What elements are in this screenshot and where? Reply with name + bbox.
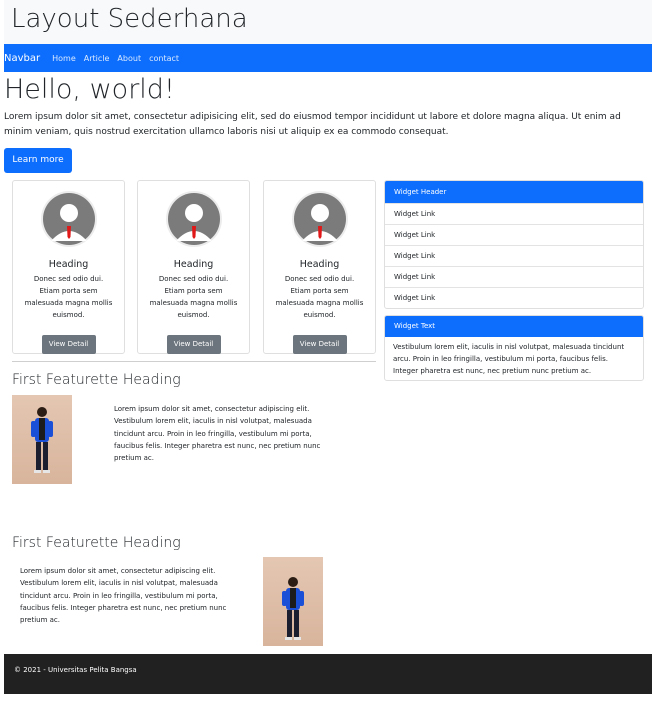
person-photo [12, 395, 72, 484]
widget-link[interactable]: Widget Link [385, 245, 643, 266]
nav-link-about[interactable]: About [117, 54, 141, 63]
widget-link[interactable]: Widget Link [385, 287, 643, 308]
view-detail-button[interactable]: View Detail [41, 335, 96, 354]
view-detail-button[interactable]: View Detail [292, 335, 347, 354]
nav-link-article[interactable]: Article [84, 54, 110, 63]
nav-link-home[interactable]: Home [52, 54, 76, 63]
site-header: Layout Sederhana [4, 0, 652, 44]
card-text: Donec sed odio dui. Etiam porta sem male… [24, 275, 113, 319]
learn-more-button[interactable]: Learn more [4, 148, 72, 173]
avatar-placeholder-icon [165, 191, 222, 247]
navbar-brand[interactable]: Navbar [4, 53, 40, 64]
hero-title: Hello, world! [4, 74, 175, 105]
widget-header: Widget Header [385, 181, 643, 203]
avatar-placeholder-icon [40, 191, 97, 247]
person-photo [263, 557, 323, 646]
widget-text: Widget Text Vestibulum lorem elit, iacul… [384, 315, 644, 381]
hero-section: Hello, world! Lorem ipsum dolor sit amet… [4, 74, 652, 173]
navbar: Navbar Home Article About contact [4, 44, 652, 72]
featurette-text: Lorem ipsum dolor sit amet, consectetur … [20, 567, 227, 625]
card-heading: Heading [173, 259, 214, 270]
footer-text: © 2021 - Universitas Pelita Bangsa [14, 666, 137, 674]
site-footer: © 2021 - Universitas Pelita Bangsa [4, 654, 652, 694]
card-text: Donec sed odio dui. Etiam porta sem male… [275, 275, 364, 319]
widget-text-header: Widget Text [385, 316, 643, 337]
featurette-heading: First Featurette Heading [12, 372, 181, 388]
avatar-placeholder-icon [291, 191, 348, 247]
site-title: Layout Sederhana [11, 4, 248, 34]
widget-links: Widget Header Widget Link Widget Link Wi… [384, 180, 644, 309]
card: Heading Donec sed odio dui. Etiam porta … [263, 180, 376, 354]
widget-link[interactable]: Widget Link [385, 266, 643, 287]
widget-text-body: Vestibulum lorem elit, iaculis in nisl v… [393, 343, 625, 375]
featurette-heading: First Featurette Heading [12, 535, 181, 551]
card: Heading Donec sed odio dui. Etiam porta … [137, 180, 250, 354]
card-heading: Heading [48, 259, 89, 270]
view-detail-button[interactable]: View Detail [166, 335, 221, 354]
widget-link[interactable]: Widget Link [385, 203, 643, 224]
featurette-text: Lorem ipsum dolor sit amet, consectetur … [114, 405, 321, 463]
divider [12, 361, 376, 362]
card-heading: Heading [299, 259, 340, 270]
card: Heading Donec sed odio dui. Etiam porta … [12, 180, 125, 354]
nav-link-contact[interactable]: contact [149, 54, 179, 63]
hero-text: Lorem ipsum dolor sit amet, consectetur … [4, 112, 621, 137]
widget-link[interactable]: Widget Link [385, 224, 643, 245]
card-text: Donec sed odio dui. Etiam porta sem male… [149, 275, 238, 319]
